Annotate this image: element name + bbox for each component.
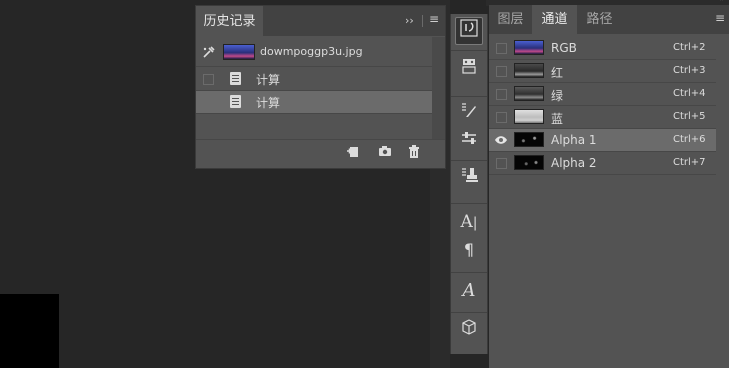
history-state-row[interactable]: 计算 (196, 68, 432, 91)
channel-name: RGB (551, 41, 577, 55)
history-brush-checkbox[interactable] (203, 97, 214, 108)
history-tabbar: 历史记录 ›› ≡ (196, 6, 445, 37)
tab-channels[interactable]: 通道 (532, 5, 577, 34)
paragraph-icon[interactable]: ¶ (455, 236, 483, 264)
panel-icon-strip: A| ¶ A (450, 14, 488, 354)
channels-tabbar: 图层 通道 路径 ≡ (489, 5, 729, 34)
snapshot-thumbnail (223, 44, 255, 60)
glyphs-icon[interactable]: A (455, 277, 483, 305)
character-type-icon[interactable]: A| (455, 208, 483, 236)
clone-stamp-icon[interactable] (455, 165, 483, 193)
tool-separator (451, 203, 487, 204)
visibility-toggle[interactable] (496, 112, 507, 123)
tool-separator (451, 272, 487, 273)
collapse-dock-icon[interactable]: » (719, 0, 725, 4)
channel-thumbnail (514, 109, 544, 124)
channel-shortcut: Ctrl+7 (673, 157, 706, 168)
hamburger-menu-icon[interactable]: ≡ (429, 12, 439, 26)
tool-separator (451, 50, 487, 51)
visibility-toggle[interactable] (496, 158, 507, 169)
channel-row-red[interactable]: 红 Ctrl+3 (489, 60, 716, 83)
channel-thumbnail (514, 132, 544, 147)
visibility-toggle[interactable] (496, 66, 507, 77)
camera-snapshot-icon[interactable] (377, 145, 393, 161)
tab-layers[interactable]: 图层 (489, 5, 532, 34)
history-brush-checkbox[interactable] (203, 74, 214, 85)
hamburger-menu-icon[interactable]: ≡ (715, 11, 725, 25)
tab-history[interactable]: 历史记录 (196, 6, 263, 37)
channel-shortcut: Ctrl+2 (673, 42, 706, 53)
channel-shortcut: Ctrl+5 (673, 111, 706, 122)
brush-settings-icon[interactable] (455, 100, 483, 128)
channel-row-alpha-2[interactable]: Alpha 2 Ctrl+7 (489, 152, 716, 175)
channel-row-blue[interactable]: 蓝 Ctrl+5 (489, 106, 716, 129)
history-list: dowmpoggp3u.jpg 计算 计算 (196, 37, 432, 139)
channel-name: Alpha 1 (551, 133, 597, 147)
channel-row-alpha-1[interactable]: Alpha 1 Ctrl+6 (489, 129, 716, 152)
history-scrollbar[interactable] (432, 37, 445, 139)
channel-shortcut: Ctrl+4 (673, 88, 706, 99)
adjustments-icon[interactable] (455, 128, 483, 156)
double-chevron-right-icon[interactable]: ›› (405, 14, 414, 27)
channel-name: 绿 (551, 89, 564, 103)
channel-shortcut: Ctrl+3 (673, 65, 706, 76)
channel-thumbnail (514, 63, 544, 78)
tabbar-divider (422, 15, 423, 27)
tool-separator (451, 96, 487, 97)
channel-row-rgb[interactable]: RGB Ctrl+2 (489, 37, 716, 60)
history-state-row-selected[interactable]: 计算 (196, 91, 432, 114)
document-icon (230, 72, 241, 85)
history-footer (196, 139, 445, 168)
channels-list: RGB Ctrl+2 红 Ctrl+3 绿 Ctrl+4 蓝 Ctrl+5 Al (489, 34, 716, 184)
channels-panel: 图层 通道 路径 ≡ RGB Ctrl+2 红 Ctrl+3 绿 Ctrl+4 … (489, 5, 729, 368)
history-panel: 历史记录 ›› ≡ dowmpoggp3u.jpg 计算 计算 (195, 5, 446, 169)
document-canvas[interactable] (0, 294, 59, 368)
tool-separator (451, 312, 487, 313)
visibility-toggle[interactable] (496, 89, 507, 100)
3d-material-icon[interactable] (455, 56, 483, 84)
channels-scrollbar[interactable] (716, 34, 729, 368)
history-snapshot-row[interactable]: dowmpoggp3u.jpg (196, 37, 432, 67)
channel-name: 红 (551, 66, 564, 80)
history-brush-source-icon[interactable] (202, 45, 216, 59)
history-brush-icon[interactable] (455, 17, 483, 45)
channel-thumbnail (514, 40, 544, 55)
channel-name: Alpha 2 (551, 156, 597, 170)
visibility-toggle[interactable] (496, 43, 507, 54)
eye-visibility-icon[interactable] (494, 135, 508, 145)
history-state-label: 计算 (256, 96, 281, 110)
channel-thumbnail (514, 155, 544, 170)
channel-shortcut: Ctrl+6 (673, 134, 706, 145)
3d-cube-icon[interactable] (455, 317, 483, 345)
trash-icon[interactable] (406, 145, 422, 161)
history-state-label: 计算 (256, 73, 281, 87)
tool-separator (451, 160, 487, 161)
channel-name: 蓝 (551, 112, 564, 126)
channel-row-green[interactable]: 绿 Ctrl+4 (489, 83, 716, 106)
snapshot-label: dowmpoggp3u.jpg (260, 45, 363, 58)
channel-thumbnail (514, 86, 544, 101)
tab-paths[interactable]: 路径 (577, 5, 622, 34)
new-document-from-state-icon[interactable] (345, 145, 361, 161)
document-icon (230, 95, 241, 108)
